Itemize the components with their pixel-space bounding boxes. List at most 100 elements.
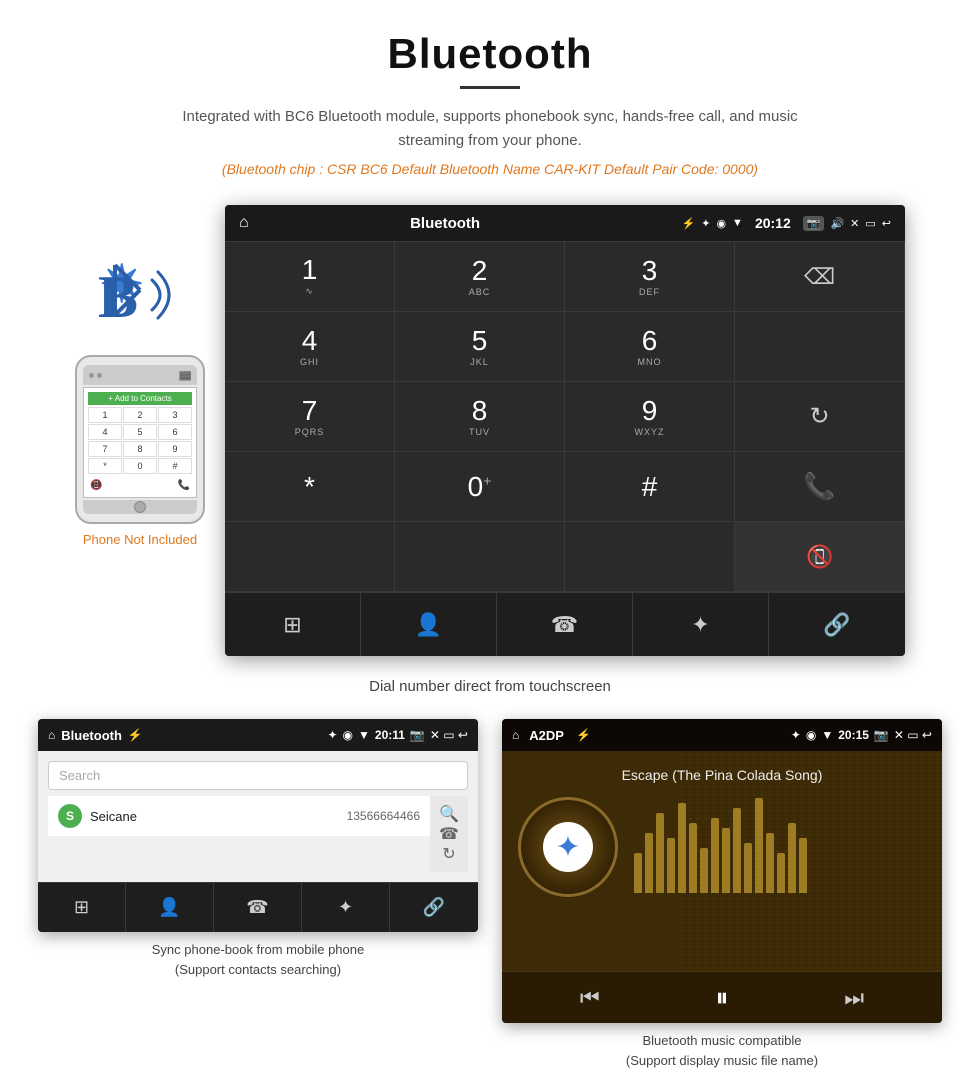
dial-key-8[interactable]: 8 TUV — [395, 382, 565, 452]
page-title: Bluetooth — [20, 30, 960, 78]
music-caption: Bluetooth music compatible (Support disp… — [626, 1031, 818, 1070]
pb-bottom-person-icon[interactable]: 👤 — [126, 883, 214, 932]
dial-key-6[interactable]: 6 MNO — [565, 312, 735, 382]
dial-reload-cell[interactable]: ↻ — [735, 382, 905, 452]
eq-bar — [744, 843, 752, 893]
dial-key-9[interactable]: 9 WXYZ — [565, 382, 735, 452]
pb-contact-name: Seicane — [90, 809, 339, 824]
dial-close-icon[interactable]: ✕ — [850, 217, 859, 230]
pb-location-icon: ◉ — [343, 728, 353, 742]
phonebook-caption-line1: Sync phone-book from mobile phone — [152, 942, 364, 957]
dial-bottom-person-icon[interactable]: 👤 — [361, 593, 497, 656]
pb-title: Bluetooth — [61, 728, 122, 743]
title-underline — [460, 86, 520, 89]
pb-search-side-icon[interactable]: 🔍 — [439, 804, 459, 824]
music-next-button[interactable]: ⏭ — [844, 985, 864, 1011]
album-bt-icon: ✦ — [543, 822, 593, 872]
dial-volume-icon[interactable]: 🔊 — [830, 217, 844, 230]
pb-time: 20:11 — [375, 728, 405, 742]
dial-key-7[interactable]: 7 PQRS — [225, 382, 395, 452]
music-screenshot-block: ⌂ A2DP ⚡ ✦ ◉ ▼ 20:15 📷 ✕ ▭ ↩ Escape — [502, 719, 942, 1070]
phone-mockup: ▓▓ + Add to Contacts 1 2 3 4 5 6 7 8 — [75, 355, 205, 524]
pb-status-bar: ⌂ Bluetooth ⚡ ✦ ◉ ▼ 20:11 📷 ✕ ▭ ↩ — [38, 719, 478, 751]
dial-bottom-phone-icon[interactable]: ☎ — [497, 593, 633, 656]
phone-screen-header: + Add to Contacts — [88, 392, 192, 405]
pb-home-icon[interactable]: ⌂ — [48, 728, 55, 742]
phone-key-5[interactable]: 5 — [123, 424, 157, 440]
dial-key-hash[interactable]: # — [565, 452, 735, 522]
pb-more-icons: ✕ ▭ ↩ — [430, 728, 468, 742]
music-time: 20:15 — [838, 728, 869, 742]
pb-bottom-grid-icon[interactable]: ⊞ — [38, 883, 126, 932]
dial-usb-icon: ⚡ — [682, 217, 696, 230]
phonebook-caption: Sync phone-book from mobile phone (Suppo… — [152, 940, 364, 979]
dial-window-icon[interactable]: ▭ — [865, 217, 875, 230]
music-play-pause-button[interactable]: ⏸ — [715, 982, 728, 1014]
eq-bar — [722, 828, 730, 893]
dial-time: 20:12 — [755, 215, 791, 231]
phone-call-icon: 📞 — [178, 480, 190, 491]
dial-bottom-bt-icon[interactable]: ✦ — [633, 593, 769, 656]
eq-bar — [634, 853, 642, 893]
pb-contact-row-seicane[interactable]: S Seicane 13566664466 — [48, 796, 430, 837]
phone-key-6[interactable]: 6 — [158, 424, 192, 440]
pb-search-field[interactable]: Search — [48, 761, 468, 790]
dial-key-star[interactable]: * — [225, 452, 395, 522]
dial-key-5[interactable]: 5 JKL — [395, 312, 565, 382]
dial-key-4[interactable]: 4 GHI — [225, 312, 395, 382]
phone-key-0[interactable]: 0 — [123, 458, 157, 474]
music-prev-button[interactable]: ⏮ — [580, 985, 600, 1011]
music-home-icon[interactable]: ⌂ — [512, 728, 519, 742]
phone-key-hash[interactable]: # — [158, 458, 192, 474]
phone-key-1[interactable]: 1 — [88, 407, 122, 423]
pb-content-area: Search S Seicane 13566664466 🔍 ☎ — [38, 751, 478, 882]
music-usb-icon: ⚡ — [576, 728, 591, 742]
pb-bottom-link-icon[interactable]: 🔗 — [390, 883, 478, 932]
dial-caption: Dial number direct from touchscreen — [369, 678, 611, 695]
phone-home-button[interactable] — [134, 501, 146, 513]
pb-signal-icon: ▼ — [358, 728, 370, 742]
music-caption-line2: (Support display music file name) — [626, 1053, 818, 1068]
pb-camera-icon: 📷 — [410, 728, 425, 742]
phone-key-9[interactable]: 9 — [158, 441, 192, 457]
eq-bar — [678, 803, 686, 893]
dial-bottom-grid-icon[interactable]: ⊞ — [225, 593, 361, 656]
music-signal-icon: ▼ — [821, 728, 833, 742]
phone-key-3[interactable]: 3 — [158, 407, 192, 423]
pb-contact-avatar: S — [58, 804, 82, 828]
dial-key-1[interactable]: 1 ∿ — [225, 242, 395, 312]
music-content-area: Escape (The Pina Colada Song) ✦ — [502, 751, 942, 971]
phone-dot-1 — [89, 373, 94, 378]
dial-key-2[interactable]: 2 ABC — [395, 242, 565, 312]
dial-call-green-cell[interactable]: 📞 — [735, 452, 905, 522]
dial-status-icons: ⚡ ✦ ◉ ▼ 20:12 📷 🔊 ✕ ▭ ↩ — [682, 215, 891, 231]
dial-bottom-link-icon[interactable]: 🔗 — [769, 593, 905, 656]
call-green-icon: 📞 — [803, 471, 835, 502]
phone-dot-2 — [97, 373, 102, 378]
pb-refresh-side-icon[interactable]: ↻ — [442, 844, 455, 864]
call-red-icon: 📵 — [806, 544, 833, 570]
main-content: ✷ B ▓▓ — [0, 205, 980, 1086]
phone-key-8[interactable]: 8 — [123, 441, 157, 457]
dial-backspace-cell[interactable]: ⌫ — [735, 242, 905, 312]
pb-bottom-phone-icon[interactable]: ☎ — [214, 883, 302, 932]
pb-phone-side-icon[interactable]: ☎ — [439, 824, 459, 844]
dial-screen: ⌂ Bluetooth ⚡ ✦ ◉ ▼ 20:12 📷 🔊 ✕ ▭ ↩ — [225, 205, 905, 656]
pb-bottom-bt-icon[interactable]: ✦ — [302, 883, 390, 932]
phone-key-4[interactable]: 4 — [88, 424, 122, 440]
dial-back-icon[interactable]: ↩ — [882, 217, 891, 230]
pb-right-icons: ✦ ◉ ▼ 20:11 📷 ✕ ▭ ↩ — [327, 728, 468, 742]
phone-key-2[interactable]: 2 — [123, 407, 157, 423]
bottom-screenshots: ⌂ Bluetooth ⚡ ✦ ◉ ▼ 20:11 📷 ✕ ▭ ↩ Search — [40, 719, 940, 1070]
phone-key-star[interactable]: * — [88, 458, 122, 474]
dial-empty-cell-3 — [395, 522, 565, 592]
phonebook-caption-line2: (Support contacts searching) — [175, 962, 341, 977]
dial-key-3[interactable]: 3 DEF — [565, 242, 735, 312]
dial-screen-title: Bluetooth — [225, 215, 674, 232]
music-right-icons: ✦ ◉ ▼ 20:15 📷 ✕ ▭ ↩ — [791, 728, 932, 742]
dial-key-0[interactable]: 0+ — [395, 452, 565, 522]
phone-top-bar: ▓▓ — [83, 365, 197, 385]
phone-key-7[interactable]: 7 — [88, 441, 122, 457]
dial-camera-icon[interactable]: 📷 — [803, 216, 825, 231]
dial-call-red-cell[interactable]: 📵 — [735, 522, 905, 592]
